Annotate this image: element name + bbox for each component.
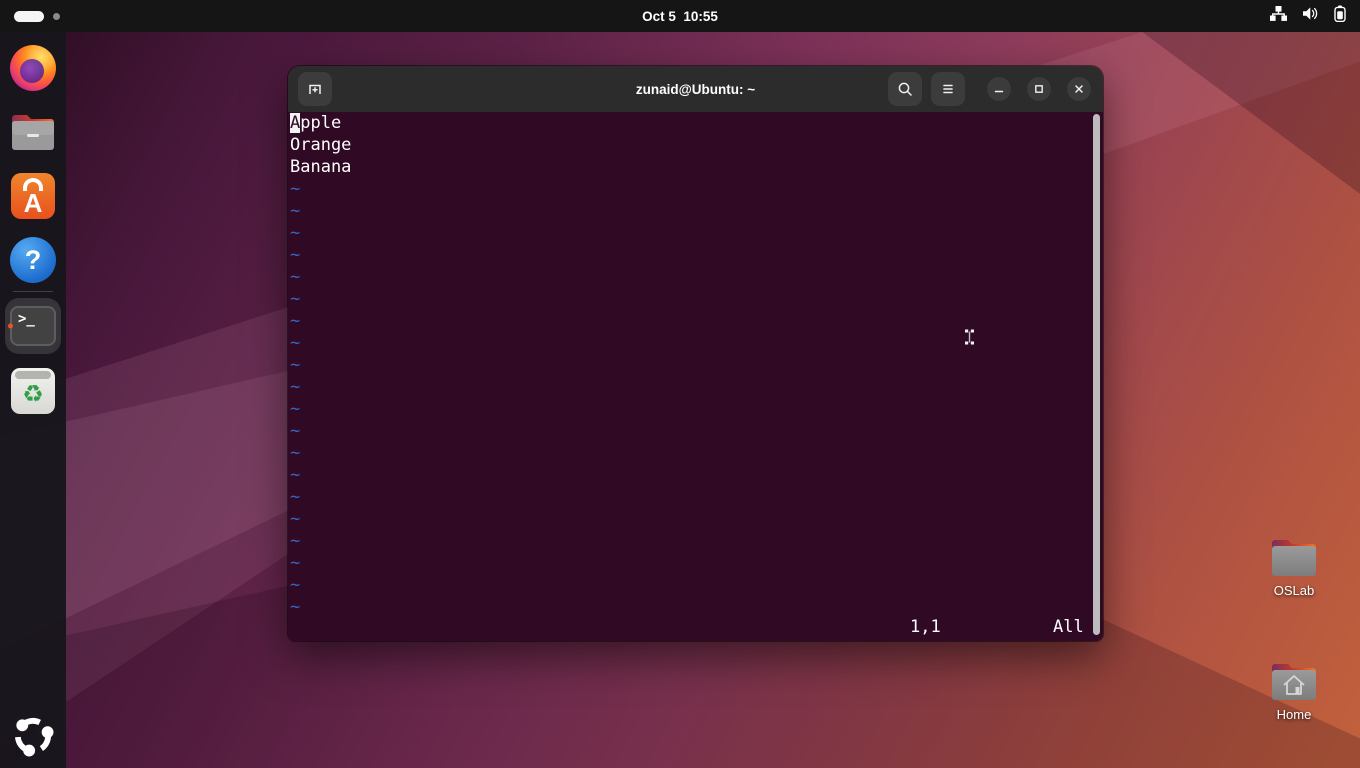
- vim-tildes: ~ ~ ~ ~ ~ ~ ~ ~ ~ ~ ~ ~ ~ ~ ~ ~ ~ ~ ~ ~: [290, 178, 1103, 618]
- desktop-icon-label: Home: [1276, 707, 1312, 722]
- desktop-icon-home[interactable]: Home: [1261, 660, 1327, 722]
- close-button[interactable]: [1067, 77, 1091, 101]
- maximize-button[interactable]: [1027, 77, 1051, 101]
- vim-line-2: Orange: [290, 135, 352, 155]
- bag-handle: [23, 178, 43, 191]
- close-icon: [1075, 85, 1083, 93]
- software-letter: A: [23, 188, 43, 218]
- vim-tilde-line: ~: [290, 509, 301, 529]
- vim-tilde-line: ~: [290, 553, 301, 573]
- battery-icon: [1334, 5, 1346, 27]
- volume-icon: [1302, 6, 1319, 26]
- terminal-scrollbar[interactable]: [1093, 114, 1100, 635]
- vim-tilde-line: ~: [290, 333, 301, 353]
- network-icon: [1269, 5, 1288, 26]
- trash-icon: ♻: [11, 368, 55, 414]
- dock-item-trash[interactable]: ♻: [5, 363, 61, 419]
- vim-tilde-line: ~: [290, 201, 301, 221]
- ubuntu-logo-icon: [14, 717, 54, 757]
- minimize-button[interactable]: [987, 77, 1011, 101]
- dock-item-files[interactable]: [5, 104, 61, 160]
- vim-scroll-position: All: [1053, 617, 1084, 637]
- ubuntu-software-icon: A: [11, 173, 55, 219]
- home-folder-icon: [1272, 664, 1316, 700]
- vim-tilde-line: ~: [290, 289, 301, 309]
- vim-tilde-line: ~: [290, 531, 301, 551]
- dock-item-help[interactable]: ?: [5, 232, 61, 288]
- terminal-icon: >_: [10, 306, 56, 346]
- vim-tilde-line: ~: [290, 245, 301, 265]
- system-tray[interactable]: [1269, 0, 1346, 32]
- new-tab-button[interactable]: [298, 72, 332, 106]
- trash-lid: [15, 371, 51, 379]
- vim-line-3: Banana: [290, 157, 352, 177]
- vim-tilde-line: ~: [290, 267, 301, 287]
- vim-tilde-line: ~: [290, 465, 301, 485]
- clock[interactable]: Oct 5 10:55: [0, 0, 1360, 32]
- vim-tilde-line: ~: [290, 443, 301, 463]
- files-icon: [12, 115, 54, 150]
- desktop-icon-oslab[interactable]: OSLab: [1261, 536, 1327, 598]
- vim-status-line: 1,1 All: [290, 616, 1103, 638]
- vim-cursor: A: [290, 113, 301, 133]
- desktop-icon-label: OSLab: [1273, 583, 1315, 598]
- vim-tilde-line: ~: [290, 487, 301, 507]
- vim-tilde-line: ~: [290, 355, 301, 375]
- vim-tilde-line: ~: [290, 223, 301, 243]
- terminal-window: zunaid@Ubuntu: ~ Apple Orange Banana ~ ~…: [288, 66, 1103, 641]
- recycle-glyph: ♻: [22, 381, 44, 408]
- vim-ruler: 1,1: [910, 617, 941, 637]
- vim-tilde-line: ~: [290, 311, 301, 331]
- vim-tilde-line: ~: [290, 377, 301, 397]
- terminal-content[interactable]: Apple Orange Banana ~ ~ ~ ~ ~ ~ ~ ~ ~ ~ ~ ~ ~ ~ ~ ~ ~ ~ ~ ~…: [288, 112, 1103, 641]
- firefox-icon: [10, 45, 56, 91]
- window-titlebar[interactable]: zunaid@Ubuntu: ~: [288, 66, 1103, 112]
- vim-tilde-line: ~: [290, 179, 301, 199]
- dock-item-firefox[interactable]: [5, 40, 61, 96]
- help-icon: ?: [10, 237, 56, 283]
- search-icon: [898, 82, 912, 96]
- vim-tilde-line: ~: [290, 597, 301, 617]
- new-tab-icon: [309, 84, 321, 94]
- search-button[interactable]: [888, 72, 922, 106]
- dock-separator: [13, 291, 53, 292]
- dock-item-ubuntu-software[interactable]: A: [5, 168, 61, 224]
- vim-tilde-line: ~: [290, 421, 301, 441]
- minimize-icon: [994, 90, 1004, 93]
- dock: A ? >_ ♻: [0, 32, 66, 768]
- menu-button[interactable]: [931, 72, 965, 106]
- running-indicator-dot: [8, 323, 13, 329]
- hamburger-menu-icon: [943, 84, 953, 94]
- text-cursor-pointer: [965, 329, 974, 345]
- vim-line-1: Apple: [290, 113, 342, 133]
- folder-icon: [1272, 540, 1316, 576]
- top-bar: Oct 5 10:55: [0, 0, 1360, 32]
- vim-tilde-line: ~: [290, 575, 301, 595]
- dock-item-terminal[interactable]: >_: [5, 298, 61, 354]
- vim-tilde-line: ~: [290, 399, 301, 419]
- show-apps-button[interactable]: [9, 712, 57, 760]
- maximize-icon: [1035, 85, 1043, 93]
